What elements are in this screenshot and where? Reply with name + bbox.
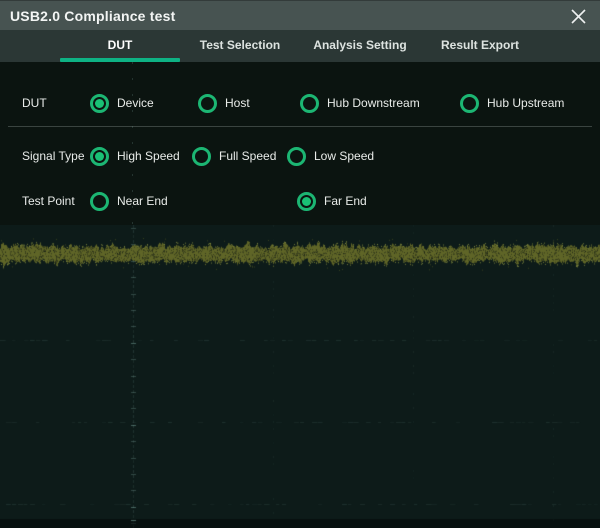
row-label-test-point: Test Point	[22, 187, 75, 215]
radio-label-low-speed: Low Speed	[314, 149, 374, 163]
form-row-test-point: Test Point Near End Far End	[0, 187, 600, 215]
radio-option-low-speed[interactable]: Low Speed	[287, 142, 374, 170]
close-button[interactable]	[564, 4, 592, 28]
radio-option-hub-downstream[interactable]: Hub Downstream	[300, 89, 420, 117]
radio-near-end[interactable]	[90, 192, 109, 211]
radio-label-hub-downstream: Hub Downstream	[327, 96, 420, 110]
tab-bar: DUTTest SelectionAnalysis SettingResult …	[0, 30, 600, 62]
radio-label-device: Device	[117, 96, 154, 110]
scope-display	[0, 225, 600, 528]
form-row-dut: DUT Device Host Hub Downstream Hub Upstream	[0, 89, 600, 117]
radio-label-hub-upstream: Hub Upstream	[487, 96, 564, 110]
tab-analysis-setting[interactable]: Analysis Setting	[300, 30, 420, 62]
radio-option-high-speed[interactable]: High Speed	[90, 142, 180, 170]
radio-high-speed-selected[interactable]	[90, 147, 109, 166]
radio-device-selected[interactable]	[90, 94, 109, 113]
radio-hub-upstream[interactable]	[460, 94, 479, 113]
radio-label-full-speed: Full Speed	[219, 149, 276, 163]
radio-option-hub-upstream[interactable]: Hub Upstream	[460, 89, 564, 117]
row-label-dut: DUT	[22, 89, 47, 117]
radio-option-far-end[interactable]: Far End	[297, 187, 367, 215]
radio-label-host: Host	[225, 96, 250, 110]
radio-low-speed[interactable]	[287, 147, 306, 166]
radio-far-end-selected[interactable]	[297, 192, 316, 211]
radio-label-far-end: Far End	[324, 194, 367, 208]
radio-host[interactable]	[198, 94, 217, 113]
row-label-signal-type: Signal Type	[22, 142, 85, 170]
tab-result-export[interactable]: Result Export	[420, 30, 540, 62]
radio-hub-downstream[interactable]	[300, 94, 319, 113]
radio-label-near-end: Near End	[117, 194, 168, 208]
radio-option-device[interactable]: Device	[90, 89, 154, 117]
titlebar: USB2.0 Compliance test	[0, 0, 600, 30]
tab-test-selection[interactable]: Test Selection	[180, 30, 300, 62]
radio-option-full-speed[interactable]: Full Speed	[192, 142, 276, 170]
tab-dut[interactable]: DUT	[60, 30, 180, 62]
form-row-signal-type: Signal Type High Speed Full Speed Low Speed	[0, 142, 600, 170]
waveform-canvas	[0, 225, 600, 528]
dialog-title: USB2.0 Compliance test	[10, 8, 175, 24]
close-icon	[570, 8, 587, 25]
radio-full-speed[interactable]	[192, 147, 211, 166]
radio-option-near-end[interactable]: Near End	[90, 187, 168, 215]
radio-label-high-speed: High Speed	[117, 149, 180, 163]
row-divider	[8, 126, 592, 127]
radio-option-host[interactable]: Host	[198, 89, 250, 117]
dialog-content: DUT Device Host Hub Downstream Hub Upstream S…	[0, 62, 600, 225]
usb-compliance-dialog: USB2.0 Compliance test DUTTest Selection…	[0, 0, 600, 528]
